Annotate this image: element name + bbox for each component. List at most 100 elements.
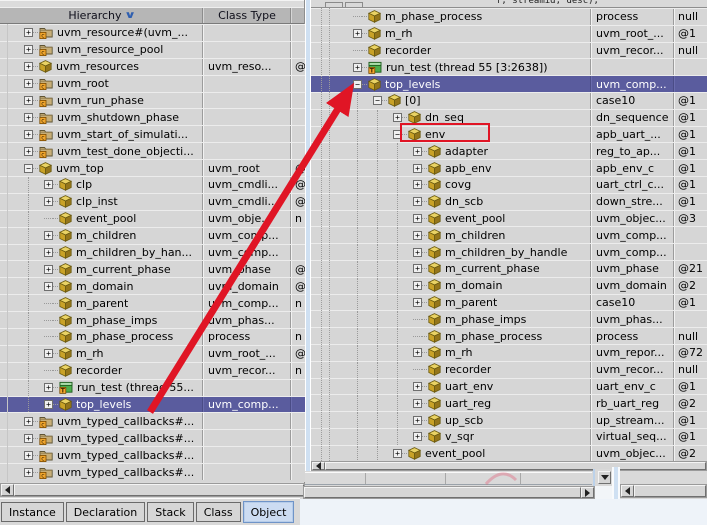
tree-row[interactable]: recorderuvm_recor...null <box>311 42 707 59</box>
hierarchy-column-header[interactable]: Hierarchy ∨ <box>0 8 203 23</box>
expand-toggle-collapsed[interactable]: + <box>24 96 33 105</box>
tree-row[interactable]: +v_sqrvirtual_seq...@1 <box>311 428 707 445</box>
tree-row[interactable]: recorderuvm_recor...n <box>0 362 305 379</box>
expand-toggle-collapsed[interactable]: + <box>24 434 33 443</box>
expand-toggle-collapsed[interactable]: + <box>413 231 422 240</box>
expand-toggle-collapsed[interactable]: + <box>44 383 53 392</box>
scrollbar-thumb[interactable] <box>14 484 304 496</box>
expand-toggle-expanded[interactable]: − <box>373 96 382 105</box>
expand-toggle-collapsed[interactable]: + <box>24 79 33 88</box>
expand-toggle-collapsed[interactable]: + <box>24 130 33 139</box>
horizontal-scrollbar[interactable] <box>0 483 305 497</box>
scroll-right-button[interactable] <box>581 487 594 498</box>
tree-row[interactable]: +m_children_by_han...uvm_comp... <box>0 244 305 261</box>
tree-row[interactable]: m_phase_impsuvm_phas... <box>0 311 305 328</box>
scroll-down-button[interactable] <box>598 471 611 484</box>
tree-row[interactable]: m_phase_processprocessn <box>0 328 305 345</box>
tree-row[interactable]: +dn_seqdn_sequence@1 <box>311 109 707 126</box>
expand-toggle-collapsed[interactable]: + <box>353 63 362 72</box>
tree-row[interactable]: +dn_scbdown_stre...@1 <box>311 193 707 210</box>
tree-row[interactable]: −envapb_uart_...@1 <box>311 126 707 143</box>
expand-toggle-collapsed[interactable]: + <box>413 147 422 156</box>
expand-toggle-collapsed[interactable]: + <box>44 197 53 206</box>
tree-row[interactable]: +m_childrenuvm_comp... <box>0 227 305 244</box>
tree-row[interactable]: +cuvm_shutdown_phase <box>0 108 305 125</box>
scroll-left-button[interactable] <box>312 462 325 470</box>
tree-row[interactable]: +m_childrenuvm_comp... <box>311 226 707 243</box>
tree-row[interactable]: +Trun_test (thread 55... <box>0 379 305 396</box>
expand-toggle-collapsed[interactable]: + <box>413 432 422 441</box>
tree-row[interactable]: +m_rhuvm_root_...@ <box>0 345 305 362</box>
value-column-header[interactable] <box>291 8 304 23</box>
tree-row[interactable]: +event_pooluvm_objec...@3 <box>311 210 707 227</box>
tree-row[interactable]: m_phase_processprocessnull <box>311 8 707 25</box>
tree-row[interactable]: +up_scbup_stream...@1 <box>311 411 707 428</box>
tree-row[interactable]: +clpuvm_cmdli...@ <box>0 176 305 193</box>
expand-toggle-collapsed[interactable]: + <box>24 28 33 37</box>
expand-toggle-collapsed[interactable]: + <box>413 264 422 273</box>
expand-toggle-collapsed[interactable]: + <box>413 214 422 223</box>
expand-toggle-collapsed[interactable]: + <box>413 416 422 425</box>
expand-toggle-collapsed[interactable]: + <box>24 113 33 122</box>
tree-row[interactable]: +uvm_resourcesuvm_reso...@ <box>0 58 305 75</box>
tree-row[interactable]: +cuvm_start_of_simulati... <box>0 125 305 142</box>
expand-toggle-collapsed[interactable]: + <box>24 417 33 426</box>
expand-toggle-collapsed[interactable]: + <box>413 298 422 307</box>
tree-row[interactable]: +cuvm_test_done_objecti... <box>0 142 305 159</box>
expand-toggle-collapsed[interactable]: + <box>24 147 33 156</box>
tree-row[interactable]: +cuvm_typed_callbacks#... <box>0 429 305 446</box>
tab-stack[interactable]: Stack <box>147 502 193 522</box>
expand-toggle-collapsed[interactable]: + <box>413 281 422 290</box>
scrollbar-thumb[interactable] <box>634 485 706 497</box>
tree-row[interactable]: +cuvm_typed_callbacks#... <box>0 463 305 480</box>
class-type-column-header[interactable]: Class Type <box>203 8 291 23</box>
tree-row[interactable]: m_phase_processprocessnull <box>311 327 707 344</box>
tree-row[interactable]: +cuvm_typed_callbacks#... <box>0 412 305 429</box>
expand-toggle-collapsed[interactable]: + <box>413 382 422 391</box>
tree-row[interactable]: +event_pooluvm_objec...@2 <box>311 445 707 461</box>
tab-instance[interactable]: Instance <box>1 502 64 522</box>
tree-row[interactable]: +cuvm_root <box>0 75 305 92</box>
tree-row[interactable]: +uart_regrb_uart_reg@2 <box>311 394 707 411</box>
expand-toggle-collapsed[interactable]: + <box>44 282 53 291</box>
scroll-left-button[interactable] <box>621 485 634 497</box>
tree-row[interactable]: +Trun_test (thread 55 [3:2638]) <box>311 58 707 75</box>
tree-row[interactable]: −uvm_topuvm_root@ <box>0 159 305 176</box>
tree-row[interactable]: +m_rhuvm_root_...@1 <box>311 25 707 42</box>
expand-toggle-collapsed[interactable]: + <box>24 468 33 477</box>
expand-toggle-collapsed[interactable]: + <box>413 164 422 173</box>
tree-row[interactable]: +apb_envapb_env_c@1 <box>311 159 707 176</box>
expand-toggle-collapsed[interactable]: + <box>413 399 422 408</box>
tree-row[interactable]: +adapterreg_to_ap...@1 <box>311 142 707 159</box>
tree-row[interactable]: recorderuvm_recor...null <box>311 361 707 378</box>
expand-toggle-collapsed[interactable]: + <box>393 113 402 122</box>
expand-toggle-collapsed[interactable]: + <box>24 45 33 54</box>
tree-row[interactable]: +m_current_phaseuvm_phase@ <box>0 260 305 277</box>
expand-toggle-collapsed[interactable]: + <box>44 180 53 189</box>
tree-row[interactable]: +m_domainuvm_domain@ <box>0 277 305 294</box>
background-horizontal-scrollbar[interactable] <box>620 484 707 498</box>
tree-row[interactable]: m_parentuvm_comp...n <box>0 294 305 311</box>
tree-row[interactable]: m_phase_impsuvm_phas... <box>311 310 707 327</box>
tree-row[interactable]: +cuvm_resource#(uvm_... <box>0 24 305 41</box>
tree-row[interactable]: +m_domainuvm_domain@2 <box>311 277 707 294</box>
tree-row[interactable]: +m_current_phaseuvm_phase@21 <box>311 260 707 277</box>
expand-toggle-collapsed[interactable]: + <box>413 197 422 206</box>
tree-row[interactable]: −[0]case10@1 <box>311 92 707 109</box>
tree-row[interactable]: +covguart_ctrl_c...@1 <box>311 176 707 193</box>
tree-row[interactable]: +clp_instuvm_cmdli...@ <box>0 193 305 210</box>
expand-toggle-collapsed[interactable]: + <box>44 265 53 274</box>
background-horizontal-scrollbar[interactable] <box>303 486 595 499</box>
tab-class[interactable]: Class <box>196 502 241 522</box>
tab-declaration[interactable]: Declaration <box>66 502 145 522</box>
scroll-left-button[interactable] <box>1 484 14 496</box>
expand-toggle-collapsed[interactable]: + <box>413 248 422 257</box>
tree-row[interactable]: +m_rhuvm_repor...@72 <box>311 344 707 361</box>
tree-row[interactable]: +uart_envuart_env_c@1 <box>311 378 707 395</box>
tree-row[interactable]: event_pooluvm_obje...n <box>0 210 305 227</box>
tree-row[interactable]: +cuvm_resource_pool <box>0 41 305 58</box>
tree-row[interactable]: −top_levelsuvm_comp... <box>311 75 707 92</box>
expand-toggle-collapsed[interactable]: + <box>44 231 53 240</box>
expand-toggle-collapsed[interactable]: + <box>413 180 422 189</box>
horizontal-scrollbar[interactable] <box>311 461 707 471</box>
